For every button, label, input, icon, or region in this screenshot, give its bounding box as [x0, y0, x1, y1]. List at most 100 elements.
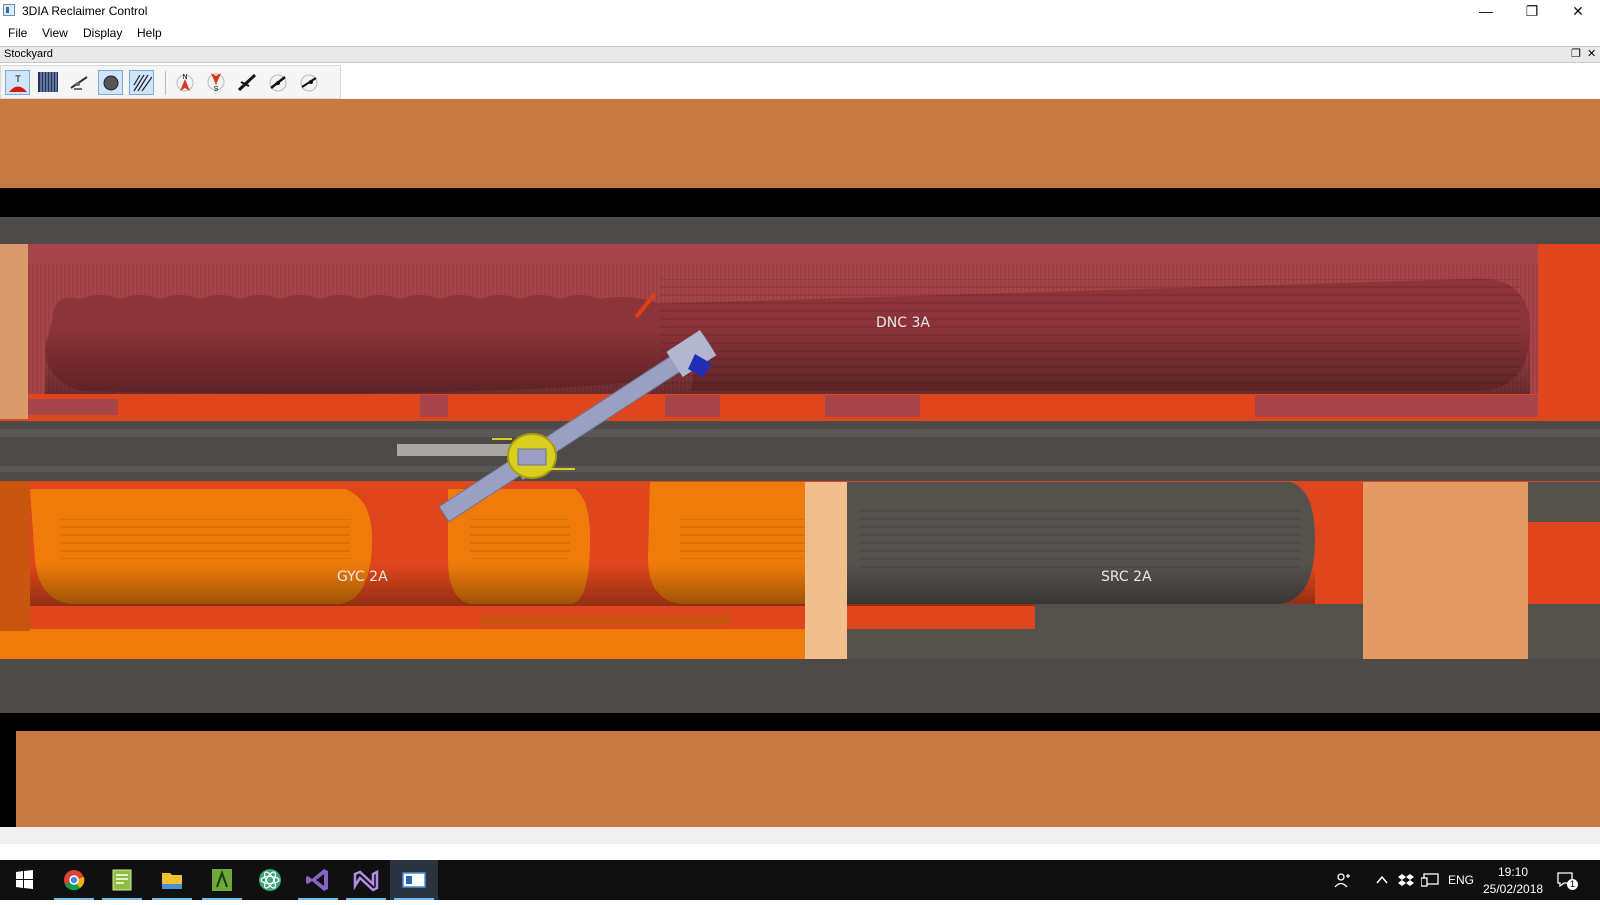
- boom-pivot-alt-button[interactable]: [297, 70, 322, 95]
- taskbar-visual-studio[interactable]: [342, 860, 390, 900]
- stripes-icon: [38, 72, 58, 92]
- ground-top: [0, 99, 1600, 188]
- svg-text:T: T: [15, 74, 21, 84]
- action-center-button[interactable]: 1: [1556, 870, 1578, 890]
- visual-studio-icon: [353, 869, 379, 892]
- pile-label-gyc-2a: GYC 2A: [337, 569, 388, 585]
- taskbar-vscode[interactable]: [294, 860, 342, 900]
- rail-bottom: [0, 659, 1600, 713]
- lower-orange-band: [0, 629, 805, 659]
- side-view-button[interactable]: [67, 70, 92, 95]
- light-band: [805, 482, 847, 659]
- hatch-view-button[interactable]: [129, 70, 154, 95]
- turntable-hub: [517, 448, 547, 466]
- dnc-notch-5: [28, 399, 118, 415]
- hatch-icon: [133, 74, 152, 92]
- close-button[interactable]: ✕: [1556, 0, 1600, 22]
- menu-display[interactable]: Display: [83, 26, 122, 40]
- notification-count-badge: 1: [1567, 879, 1578, 890]
- circle-view-button[interactable]: [98, 70, 123, 95]
- gyc-pile-2-ridges: [470, 519, 570, 559]
- gyc-pile-3-ridges: [680, 519, 805, 559]
- view-toolbar: T N S: [0, 65, 341, 99]
- menu-help[interactable]: Help: [137, 26, 162, 40]
- start-button[interactable]: [0, 860, 48, 900]
- taskbar-reclaimer-app[interactable]: [390, 860, 438, 900]
- dropbox-icon[interactable]: [1398, 872, 1414, 888]
- rail-middle-light-2: [0, 466, 1600, 472]
- top-view-icon: T: [9, 74, 27, 92]
- taskbar-atom[interactable]: [246, 860, 294, 900]
- src-pile-ridges: [860, 509, 1300, 569]
- src-shade: [847, 564, 1315, 606]
- app-icon: [3, 4, 15, 16]
- visual-studio-code-icon: [306, 869, 328, 891]
- start-icon: [16, 870, 33, 889]
- dnc-notch-4: [1255, 395, 1538, 417]
- boom-view-button[interactable]: [235, 70, 260, 95]
- viewport-bottom-gap: [0, 827, 1600, 844]
- stockyard-viewport[interactable]: DNC 3A GYC 2A SRC 2A: [0, 99, 1600, 844]
- dnc-notch-1: [420, 395, 448, 417]
- boom-pivot-button[interactable]: [266, 70, 291, 95]
- clock-date[interactable]: 25/02/2018: [1483, 882, 1543, 896]
- dnc-left-edge: [0, 244, 28, 419]
- ground-bottom: [16, 731, 1600, 827]
- title-bar[interactable]: 3DIA Reclaimer Control — ❐ ✕: [0, 0, 1600, 22]
- clock-time[interactable]: 19:10: [1498, 865, 1528, 879]
- notepad-icon: [112, 869, 132, 891]
- language-indicator[interactable]: ENG: [1448, 873, 1474, 887]
- spreadsheet-icon: [212, 869, 232, 891]
- menu-file[interactable]: File: [8, 26, 27, 40]
- menu-view[interactable]: View: [42, 26, 68, 40]
- dnc-pile-shade: [45, 329, 1530, 394]
- people-icon[interactable]: [1334, 871, 1352, 889]
- black-band-top: [0, 188, 1600, 217]
- top-view-button[interactable]: T: [5, 70, 30, 95]
- boom-pivot-icon: [269, 74, 287, 92]
- black-band-bottom: [0, 713, 1600, 731]
- gyc-shade: [30, 564, 805, 606]
- north-arrow-icon: N: [176, 74, 194, 92]
- boom-icon: [237, 73, 257, 92]
- panel-title: Stockyard: [4, 48, 53, 60]
- pile-label-src-2a: SRC 2A: [1101, 569, 1152, 585]
- north-view-button[interactable]: N: [173, 70, 198, 95]
- counterweight-arm: [397, 444, 517, 456]
- taskbar-spreadsheet[interactable]: [198, 860, 246, 900]
- south-arrow-icon: S: [207, 73, 225, 92]
- boom-pivot-alt-icon: [300, 74, 318, 92]
- gyc-base-strip: [480, 615, 730, 625]
- stockyard-scene: [0, 99, 1600, 844]
- south-view-button[interactable]: S: [204, 70, 229, 95]
- circle-icon: [103, 75, 119, 91]
- stockyard-panel-header: Stockyard ❐ ✕: [0, 46, 1600, 63]
- svg-text:S: S: [214, 86, 219, 92]
- panel-close-button[interactable]: ✕: [1587, 47, 1596, 62]
- right-light-pile: [1363, 482, 1528, 659]
- reclaimer-app-icon: [402, 872, 426, 888]
- reclaimer-side-icon: [70, 76, 88, 90]
- lower-left-edge: [0, 481, 30, 631]
- chevron-up-icon[interactable]: [1375, 873, 1389, 887]
- dnc-notch-2: [665, 395, 720, 417]
- ground-bottom-left-edge: [0, 731, 16, 827]
- chrome-icon: [64, 870, 85, 891]
- atom-icon: [259, 869, 281, 891]
- stripes-view-button[interactable]: [36, 70, 61, 95]
- gyc-pile-1-ridges: [60, 519, 350, 559]
- panel-float-button[interactable]: ❐: [1571, 47, 1581, 62]
- svg-text:N: N: [182, 74, 187, 81]
- taskbar-chrome[interactable]: [50, 860, 98, 900]
- toolbar-separator: [165, 71, 166, 95]
- network-icon[interactable]: [1421, 872, 1439, 888]
- minimize-button[interactable]: —: [1464, 0, 1508, 22]
- file-explorer-icon: [162, 873, 182, 889]
- rail-top: [0, 217, 1600, 244]
- window-title: 3DIA Reclaimer Control: [22, 4, 148, 18]
- taskbar-file-explorer[interactable]: [148, 860, 196, 900]
- right-gray-edge: [1528, 482, 1600, 522]
- taskbar-notepad[interactable]: [98, 860, 146, 900]
- restore-button[interactable]: ❐: [1510, 0, 1554, 22]
- windows-taskbar: ENG 19:10 25/02/2018 1: [0, 860, 1600, 900]
